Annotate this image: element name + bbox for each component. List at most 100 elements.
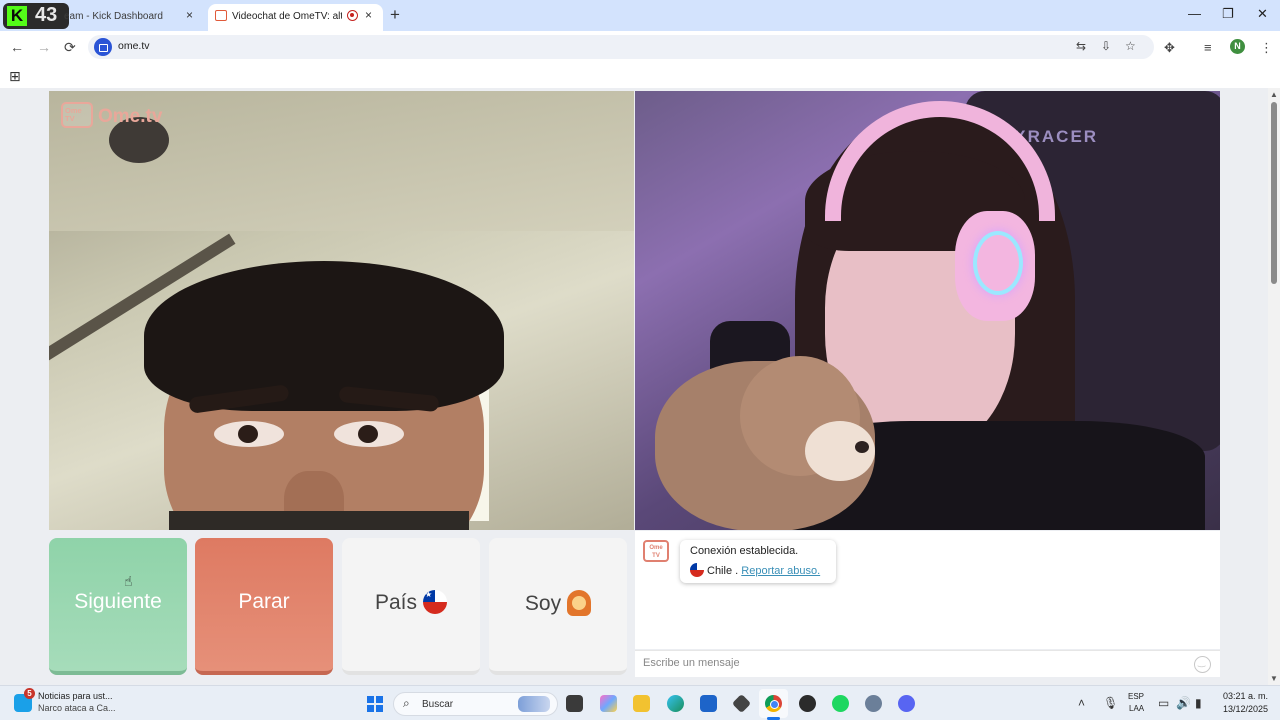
- spotify-icon[interactable]: [832, 695, 849, 712]
- ometv-logo-icon: Ome TV: [61, 102, 93, 128]
- news-headline-2[interactable]: Narco ataca a Ca...: [38, 703, 116, 713]
- scroll-down-icon[interactable]: ▼: [1270, 674, 1278, 683]
- local-video-feed: Ome TV Ome.tv: [49, 91, 634, 530]
- country-button-label: País: [374, 591, 418, 614]
- tab-kick-dashboard[interactable]: eam - Kick Dashboard ×: [64, 4, 206, 31]
- restore-button[interactable]: ❐: [1222, 6, 1234, 22]
- back-button[interactable]: ←: [10, 39, 24, 55]
- system-message-bubble: Conexión establecida. Chile . Reportar a…: [680, 540, 836, 583]
- message-input[interactable]: [643, 657, 1183, 669]
- search-highlight-art: [518, 696, 550, 712]
- apps-grid-icon[interactable]: ⊞: [9, 68, 21, 85]
- translate-icon[interactable]: ⇆: [1076, 39, 1086, 53]
- country-filter-button[interactable]: País: [342, 538, 480, 675]
- news-headline-1[interactable]: Noticias para ust...: [38, 691, 113, 701]
- partner-video-feed: DXRACER: [635, 91, 1220, 530]
- logo-box-text: Ome TV: [65, 106, 82, 123]
- gender-button-label: Soy: [524, 592, 562, 615]
- site-info-icon[interactable]: [94, 38, 112, 56]
- search-icon: ⌕: [403, 696, 410, 710]
- gender-select-button[interactable]: Soy: [489, 538, 627, 675]
- teddy-bear-nose: [855, 441, 869, 453]
- gender-button-content: Soy: [489, 590, 627, 616]
- partner-country: Chile: [707, 565, 733, 577]
- ometv-chat-avatar-icon: Ome TV: [643, 540, 669, 562]
- clock-time[interactable]: 03:21 a. m.: [1218, 691, 1268, 701]
- copilot-icon[interactable]: [600, 695, 617, 712]
- emoji-picker-icon[interactable]: [1194, 656, 1211, 673]
- clock-date[interactable]: 13/12/2025: [1218, 704, 1268, 714]
- stop-button-label: Parar: [238, 590, 290, 613]
- tab-title: eam - Kick Dashboard: [64, 11, 163, 22]
- volume-icon[interactable]: 🔊: [1176, 696, 1191, 710]
- mouse-pointer-icon: ☝: [124, 573, 133, 589]
- close-tab-icon[interactable]: ×: [186, 8, 193, 22]
- stop-button[interactable]: Parar: [195, 538, 333, 675]
- chile-flag-icon: [423, 590, 448, 614]
- report-abuse-link[interactable]: Reportar abuso.: [741, 565, 820, 577]
- edge-icon[interactable]: [667, 695, 684, 712]
- chile-flag-icon: [690, 563, 704, 577]
- discord-icon[interactable]: [898, 695, 915, 712]
- url-text: ome.tv: [118, 40, 150, 52]
- taskbar-search[interactable]: ⌕ Buscar: [393, 692, 558, 716]
- news-notification-badge: 5: [24, 688, 35, 699]
- microphone-icon[interactable]: 🎙: [1103, 696, 1118, 710]
- viewer-count: 43: [35, 4, 58, 26]
- connection-status: Conexión establecida.: [690, 545, 799, 557]
- stream-overlay-badge: K 43: [3, 3, 69, 29]
- minimize-button[interactable]: —: [1188, 6, 1201, 21]
- scrollbar-thumb[interactable]: [1271, 102, 1277, 284]
- windows-start-icon[interactable]: [367, 696, 383, 712]
- show-hidden-icons-icon[interactable]: ˄: [1078, 696, 1085, 710]
- logo-wordmark: Ome.tv: [98, 106, 163, 127]
- new-tab-button[interactable]: +: [390, 5, 400, 25]
- browser-toolbar: ← → ⟳ ome.tv ⇆ ⇩ ☆ ✥ ≡ N ⋮: [0, 31, 1280, 64]
- forward-button[interactable]: →: [37, 39, 51, 55]
- headphone-light-ring: [973, 231, 1023, 295]
- eye: [214, 421, 284, 447]
- bookmarks-bar: ⊞: [0, 64, 1280, 88]
- woman-emoji-icon: [567, 590, 592, 616]
- file-explorer-icon[interactable]: [633, 695, 650, 712]
- partner-country-line: Chile . Reportar abuso.: [690, 563, 820, 577]
- menu-kebab-icon[interactable]: ⋮: [1260, 40, 1273, 56]
- close-window-button[interactable]: ✕: [1257, 6, 1268, 22]
- extensions-icon[interactable]: ✥: [1164, 40, 1175, 56]
- profile-avatar[interactable]: N: [1230, 39, 1245, 54]
- chrome-icon[interactable]: [765, 695, 782, 712]
- scroll-up-icon[interactable]: ▲: [1270, 90, 1278, 99]
- kick-logo-icon: K: [7, 6, 27, 26]
- unity-hub-icon[interactable]: [731, 693, 752, 714]
- eye: [334, 421, 404, 447]
- store-icon[interactable]: [700, 695, 717, 712]
- ometv-favicon-icon: [215, 10, 227, 21]
- shirt: [169, 511, 469, 530]
- person-hair: [144, 261, 504, 411]
- page-scrollbar[interactable]: ▲ ▼: [1268, 88, 1280, 685]
- next-button[interactable]: Siguiente: [49, 538, 187, 675]
- tab-ometv[interactable]: Videochat de OmeTV: altern ×: [208, 4, 383, 31]
- separator-dot: .: [735, 565, 739, 577]
- input-layout[interactable]: LAA: [1129, 704, 1144, 713]
- install-app-icon[interactable]: ⇩: [1101, 39, 1111, 53]
- tab-strip: K 43 eam - Kick Dashboard × Videochat de…: [0, 0, 1280, 31]
- windows-taskbar: 5 Noticias para ust... Narco ataca a Ca.…: [0, 685, 1280, 720]
- tab-title: Videochat de OmeTV: altern: [232, 11, 342, 22]
- search-label: Buscar: [422, 699, 454, 710]
- address-bar[interactable]: ome.tv ⇆ ⇩ ☆: [88, 35, 1154, 59]
- settings-gear-icon[interactable]: [865, 695, 882, 712]
- input-language[interactable]: ESP: [1128, 692, 1144, 701]
- media-controls-icon[interactable]: ≡: [1204, 40, 1212, 55]
- task-view-icon[interactable]: [566, 695, 583, 712]
- reload-button[interactable]: ⟳: [64, 39, 76, 56]
- bookmark-star-icon[interactable]: ☆: [1125, 39, 1136, 53]
- country-button-content: País: [342, 590, 480, 615]
- message-composer: [635, 650, 1220, 677]
- obs-icon[interactable]: [799, 695, 816, 712]
- chat-panel: Ome TV Conexión establecida. Chile . Rep…: [635, 531, 1220, 649]
- next-button-label: Siguiente: [74, 590, 162, 613]
- network-icon[interactable]: ▭: [1158, 696, 1169, 710]
- battery-icon[interactable]: ▮: [1195, 696, 1202, 710]
- close-tab-icon[interactable]: ×: [365, 8, 372, 22]
